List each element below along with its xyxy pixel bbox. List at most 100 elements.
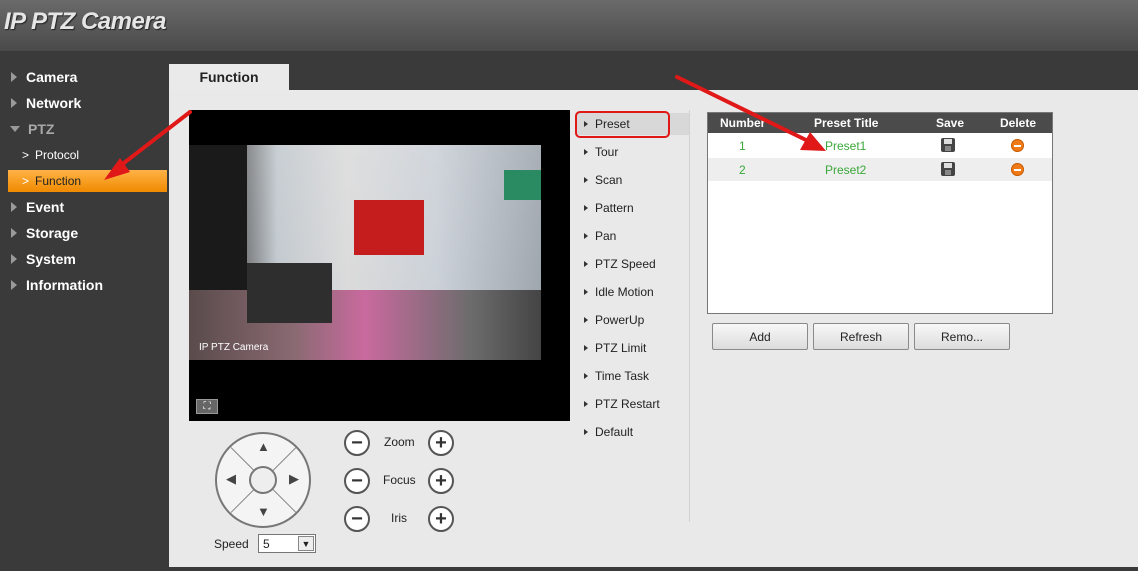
nav-subitem-protocol[interactable]: > Protocol bbox=[8, 144, 167, 166]
menu-label: Tour bbox=[595, 145, 619, 159]
column-header-delete: Delete bbox=[1000, 116, 1037, 130]
preset-title: Preset1 bbox=[825, 139, 867, 153]
arrow-up-icon[interactable]: ▲ bbox=[257, 439, 270, 454]
chevron-right-icon bbox=[584, 401, 588, 407]
video-scene-shape bbox=[354, 200, 424, 255]
chevron-down-icon bbox=[10, 126, 20, 132]
menu-item-tour[interactable]: Tour bbox=[575, 141, 689, 163]
chevron-down-icon: ▼ bbox=[298, 536, 314, 551]
nav-label: PTZ bbox=[28, 121, 55, 137]
video-watermark: IP PTZ Camera bbox=[199, 342, 269, 353]
nav-label: Event bbox=[26, 199, 65, 215]
menu-label: Time Task bbox=[595, 369, 650, 383]
preset-number: 2 bbox=[739, 163, 746, 177]
menu-item-scan[interactable]: Scan bbox=[575, 169, 689, 191]
preset-title: Preset2 bbox=[825, 163, 867, 177]
menu-label: PTZ Speed bbox=[595, 257, 656, 271]
arrow-right-icon[interactable]: ▶ bbox=[289, 471, 299, 487]
focus-plus-button[interactable]: + bbox=[428, 468, 454, 494]
chevron-right-icon bbox=[584, 149, 588, 155]
nav-label: Storage bbox=[26, 225, 79, 241]
arrow-left-icon[interactable]: ◀ bbox=[226, 471, 236, 487]
menu-item-ptz-limit[interactable]: PTZ Limit bbox=[575, 337, 689, 359]
nav-item-event[interactable]: Event bbox=[0, 196, 169, 218]
nav-label: Network bbox=[26, 95, 82, 111]
table-row[interactable]: 2 Preset2 bbox=[708, 158, 1052, 181]
delete-icon[interactable] bbox=[1011, 163, 1024, 176]
column-header-number: Number bbox=[720, 116, 766, 130]
nav-item-network[interactable]: Network bbox=[0, 92, 169, 114]
arrow-down-icon[interactable]: ▼ bbox=[257, 504, 270, 519]
app-header: IP PTZ Camera bbox=[0, 0, 1138, 51]
nav-label: System bbox=[26, 251, 76, 267]
nav-item-camera[interactable]: Camera bbox=[0, 66, 169, 88]
video-panel[interactable]: IP PTZ Camera ⛶ bbox=[189, 110, 570, 421]
iris-plus-button[interactable]: + bbox=[428, 506, 454, 532]
menu-item-idle-motion[interactable]: Idle Motion bbox=[575, 281, 689, 303]
ptz-center-button[interactable] bbox=[249, 466, 277, 494]
menu-item-powerup[interactable]: PowerUp bbox=[575, 309, 689, 331]
chevron-right-icon bbox=[584, 177, 588, 183]
save-icon[interactable] bbox=[941, 138, 955, 152]
column-header-title: Preset Title bbox=[814, 116, 879, 130]
table-row[interactable]: 1 Preset1 bbox=[708, 134, 1052, 157]
chevron-right-icon bbox=[584, 261, 588, 267]
focus-minus-button[interactable]: − bbox=[344, 468, 370, 494]
menu-item-pattern[interactable]: Pattern bbox=[575, 197, 689, 219]
app-title: IP PTZ Camera bbox=[4, 8, 167, 35]
chevron-right-icon bbox=[11, 202, 17, 212]
preset-table: Number Preset Title Save Delete 1 Preset… bbox=[707, 112, 1053, 314]
chevron-right-icon bbox=[584, 289, 588, 295]
delete-icon[interactable] bbox=[1011, 139, 1024, 152]
chevron-right-icon: > bbox=[22, 148, 30, 162]
annotation-highlight-box bbox=[575, 111, 670, 138]
menu-item-default[interactable]: Default bbox=[575, 421, 689, 443]
add-button[interactable]: Add bbox=[712, 323, 808, 350]
live-video-image: IP PTZ Camera bbox=[189, 145, 541, 360]
chevron-right-icon bbox=[584, 345, 588, 351]
zoom-out-button[interactable]: − bbox=[344, 430, 370, 456]
refresh-button[interactable]: Refresh bbox=[813, 323, 909, 350]
divider bbox=[689, 110, 690, 522]
menu-label: Idle Motion bbox=[595, 285, 654, 299]
nav-label: Function bbox=[35, 174, 82, 188]
chevron-right-icon bbox=[584, 205, 588, 211]
speed-label: Speed bbox=[214, 537, 249, 551]
column-header-save: Save bbox=[936, 116, 965, 130]
menu-item-ptz-restart[interactable]: PTZ Restart bbox=[575, 393, 689, 415]
nav-label: Camera bbox=[26, 69, 78, 85]
nav-item-system[interactable]: System bbox=[0, 248, 169, 270]
menu-item-pan[interactable]: Pan bbox=[575, 225, 689, 247]
chevron-right-icon bbox=[11, 72, 17, 82]
nav-item-storage[interactable]: Storage bbox=[0, 222, 169, 244]
chevron-right-icon bbox=[11, 254, 17, 264]
nav-label: Protocol bbox=[35, 148, 80, 162]
tab-function[interactable]: Function bbox=[169, 64, 289, 90]
zoom-label: Zoom bbox=[384, 435, 415, 449]
video-scene-shape bbox=[504, 170, 541, 200]
menu-label: Pan bbox=[595, 229, 617, 243]
speed-value: 5 bbox=[263, 536, 270, 551]
chevron-right-icon bbox=[11, 228, 17, 238]
chevron-right-icon bbox=[11, 280, 17, 290]
nav-item-information[interactable]: Information bbox=[0, 274, 169, 296]
tab-strip bbox=[169, 51, 1138, 90]
remove-all-button[interactable]: Remo... bbox=[914, 323, 1010, 350]
ptz-direction-pad[interactable]: ▲ ▼ ◀ ▶ bbox=[215, 432, 311, 528]
nav-label: Information bbox=[26, 277, 103, 293]
iris-minus-button[interactable]: − bbox=[344, 506, 370, 532]
save-icon[interactable] bbox=[941, 162, 955, 176]
menu-label: PowerUp bbox=[595, 313, 645, 327]
speed-select[interactable]: 5 ▼ bbox=[258, 534, 316, 553]
menu-item-time-task[interactable]: Time Task bbox=[575, 365, 689, 387]
nav-item-ptz[interactable]: PTZ bbox=[0, 118, 169, 140]
preset-number: 1 bbox=[739, 139, 746, 153]
focus-label: Focus bbox=[383, 473, 416, 487]
zoom-in-button[interactable]: + bbox=[428, 430, 454, 456]
menu-label: PTZ Limit bbox=[595, 341, 647, 355]
chevron-right-icon bbox=[584, 233, 588, 239]
fullscreen-icon[interactable]: ⛶ bbox=[196, 399, 218, 414]
menu-item-ptz-speed[interactable]: PTZ Speed bbox=[575, 253, 689, 275]
chevron-right-icon bbox=[584, 373, 588, 379]
nav-subitem-function[interactable]: > Function bbox=[8, 170, 167, 192]
